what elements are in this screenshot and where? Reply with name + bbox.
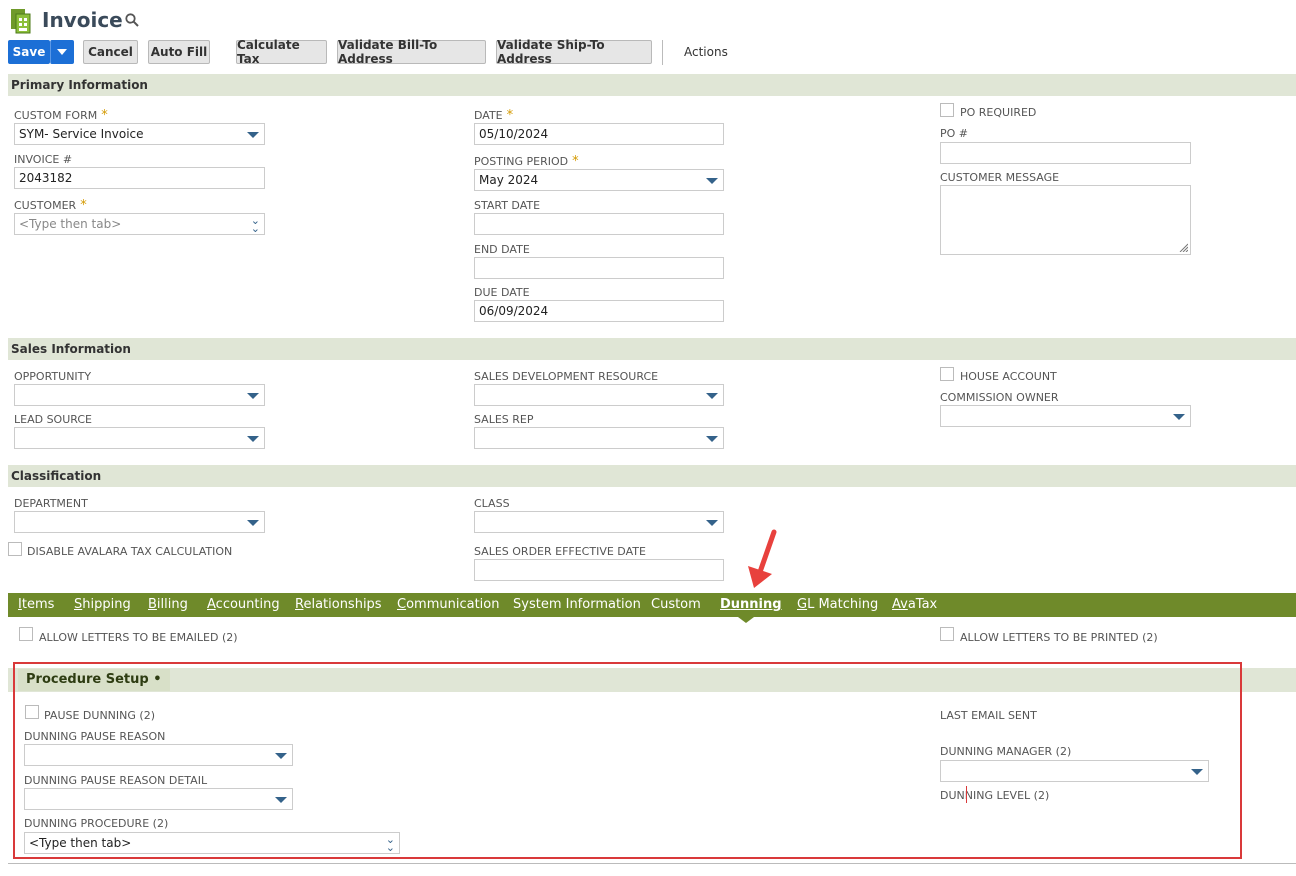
start-date-label: START DATE: [474, 199, 541, 212]
class-select[interactable]: [474, 511, 724, 533]
highlight-box: [13, 662, 1242, 859]
posting-period-select[interactable]: May 2024: [474, 169, 724, 191]
tab-billing[interactable]: Billing: [148, 593, 188, 617]
invoice-number-input[interactable]: 2043182: [14, 167, 265, 189]
auto-fill-button[interactable]: Auto Fill: [148, 40, 210, 64]
search-icon[interactable]: [125, 13, 139, 27]
house-account-checkbox[interactable]: [940, 367, 954, 381]
allow-letters-emailed-checkbox[interactable]: [19, 627, 33, 641]
commission-owner-select[interactable]: [940, 405, 1191, 427]
disable-avalara-label: DISABLE AVALARA TAX CALCULATION: [27, 545, 233, 558]
customer-input[interactable]: <Type then tab> ⌄ ⌄: [14, 213, 265, 235]
tab-items[interactable]: Items: [18, 593, 54, 617]
date-label: DATE *: [474, 108, 514, 123]
end-date-label: END DATE: [474, 243, 530, 256]
resize-handle-icon[interactable]: [1178, 242, 1188, 252]
customer-message-label: CUSTOMER MESSAGE: [940, 171, 1060, 184]
department-select[interactable]: [14, 511, 265, 533]
cancel-button[interactable]: Cancel: [83, 40, 138, 64]
lead-source-select[interactable]: [14, 427, 265, 449]
custom-form-select[interactable]: SYM- Service Invoice: [14, 123, 265, 145]
tab-relationships[interactable]: Relationships: [295, 593, 382, 617]
validate-ship-to-button[interactable]: Validate Ship-To Address: [496, 38, 652, 66]
section-classification[interactable]: Classification: [8, 465, 1296, 487]
po-required-label: PO REQUIRED: [960, 106, 1037, 119]
tab-custom[interactable]: Custom: [651, 593, 701, 617]
sales-development-resource-select[interactable]: [474, 384, 724, 406]
opportunity-label: OPPORTUNITY: [14, 370, 92, 383]
actions-menu[interactable]: Actions: [684, 45, 728, 59]
custom-form-label: CUSTOM FORM *: [14, 108, 108, 123]
customer-label: CUSTOMER *: [14, 198, 87, 213]
tab-system-information[interactable]: System Information: [513, 593, 641, 617]
po-number-label: PO #: [940, 127, 969, 140]
section-sales-information[interactable]: Sales Information: [8, 338, 1296, 360]
section-primary-information[interactable]: Primary Information: [8, 74, 1296, 96]
due-date-input[interactable]: 06/09/2024: [474, 300, 724, 322]
annotation-arrow: [748, 529, 777, 588]
validate-bill-to-button[interactable]: Validate Bill-To Address: [337, 38, 486, 66]
start-date-input[interactable]: [474, 213, 724, 235]
save-options-button[interactable]: [50, 40, 74, 64]
allow-letters-emailed-label: ALLOW LETTERS TO BE EMAILED (2): [39, 631, 238, 644]
tab-avatax[interactable]: AvaTax: [892, 593, 937, 617]
due-date-label: DUE DATE: [474, 286, 530, 299]
lead-source-label: LEAD SOURCE: [14, 413, 92, 426]
allow-letters-printed-checkbox[interactable]: [940, 627, 954, 641]
toolbar-divider: [662, 40, 663, 65]
posting-period-label: POSTING PERIOD *: [474, 154, 579, 169]
end-date-input[interactable]: [474, 257, 724, 279]
invoice-icon: [11, 9, 31, 34]
sales-rep-label: SALES REP: [474, 413, 534, 426]
customer-message-textarea[interactable]: [940, 185, 1191, 255]
department-label: DEPARTMENT: [14, 497, 88, 510]
tab-shipping[interactable]: Shipping: [74, 593, 131, 617]
chevron-down-icon: [57, 49, 67, 55]
class-label: CLASS: [474, 497, 510, 510]
customer-placeholder: <Type then tab>: [19, 217, 122, 231]
active-tab-pointer: [738, 617, 754, 623]
tab-gl-matching[interactable]: GL Matching: [797, 593, 878, 617]
date-input[interactable]: 05/10/2024: [474, 123, 724, 145]
disable-avalara-checkbox[interactable]: [8, 542, 22, 556]
sales-development-resource-label: SALES DEVELOPMENT RESOURCE: [474, 370, 659, 383]
double-chevron-down-icon[interactable]: ⌄ ⌄: [251, 215, 260, 234]
sales-order-effective-date-input[interactable]: [474, 559, 724, 581]
commission-owner-label: COMMISSION OWNER: [940, 391, 1059, 404]
opportunity-select[interactable]: [14, 384, 265, 406]
save-button[interactable]: Save: [8, 40, 50, 64]
page-title: Invoice: [42, 8, 123, 32]
tab-communication[interactable]: Communication: [397, 593, 499, 617]
calculate-tax-button[interactable]: Calculate Tax: [236, 38, 327, 66]
tab-accounting[interactable]: Accounting: [207, 593, 280, 617]
allow-letters-printed-label: ALLOW LETTERS TO BE PRINTED (2): [960, 631, 1158, 644]
sales-order-effective-date-label: SALES ORDER EFFECTIVE DATE: [474, 545, 646, 558]
po-required-checkbox[interactable]: [940, 103, 954, 117]
tab-dunning[interactable]: Dunning: [720, 593, 782, 617]
sales-rep-select[interactable]: [474, 427, 724, 449]
bottom-divider: [8, 863, 1296, 864]
invoice-number-label: INVOICE #: [14, 153, 73, 166]
po-number-input[interactable]: [940, 142, 1191, 164]
house-account-label: HOUSE ACCOUNT: [960, 370, 1057, 383]
